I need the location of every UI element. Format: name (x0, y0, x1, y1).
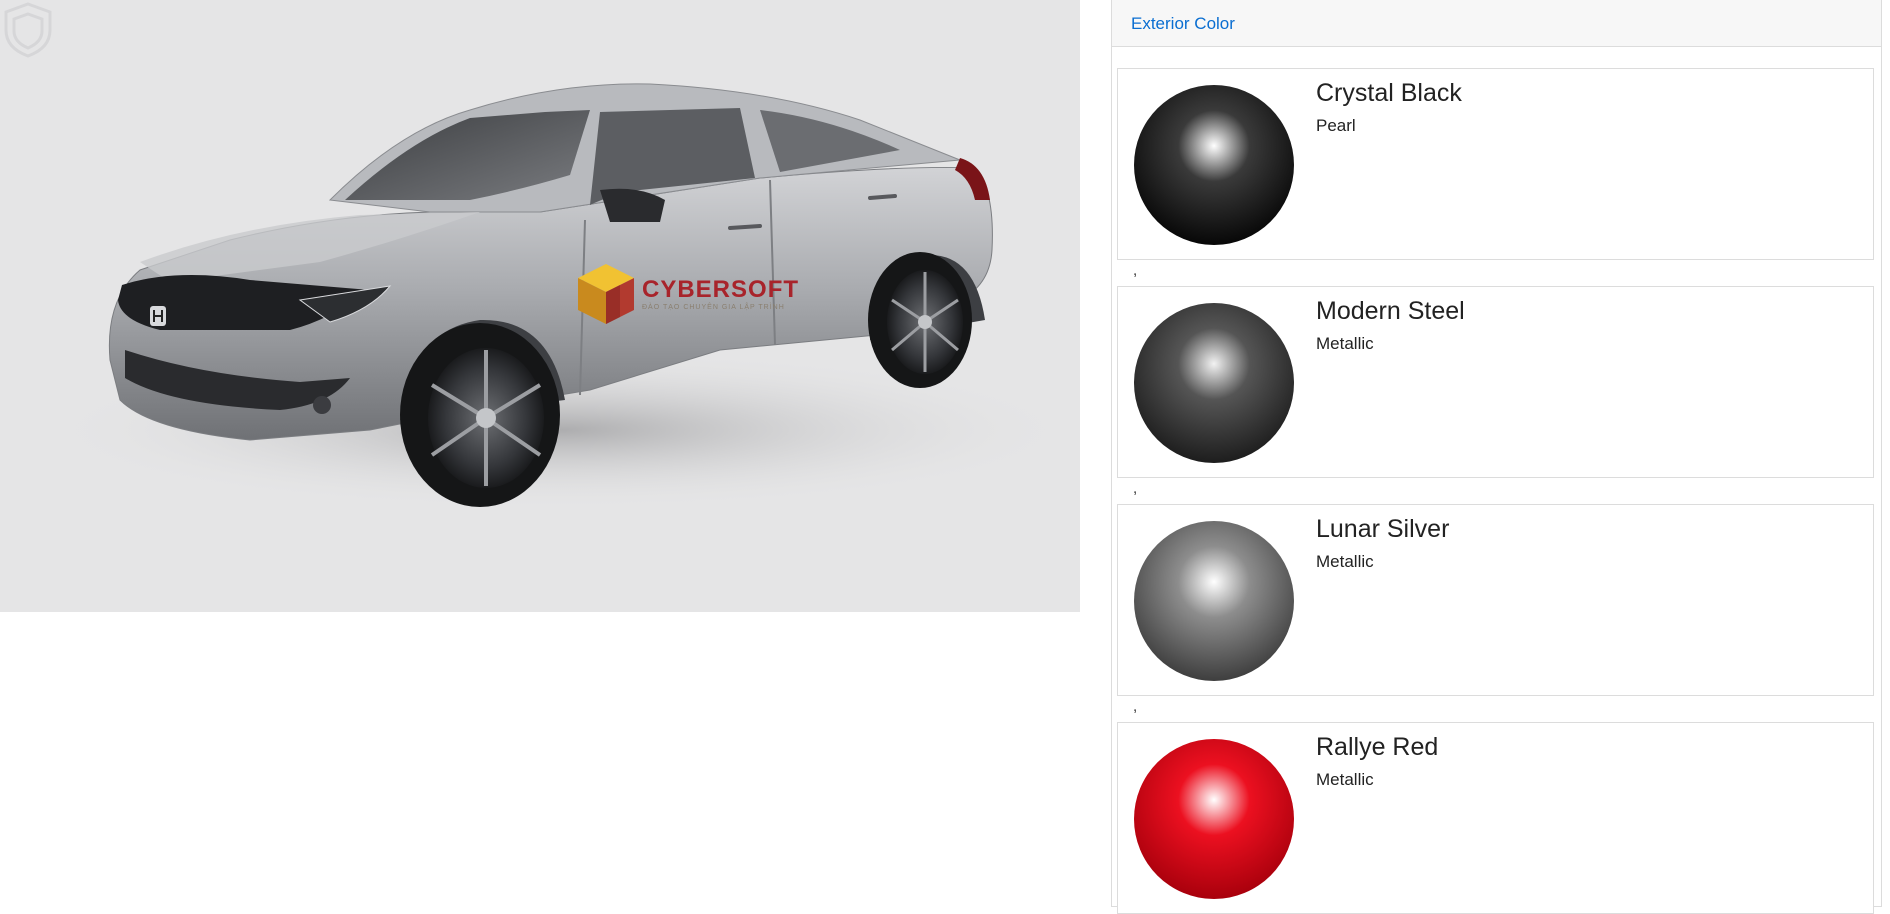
color-finish: Metallic (1316, 552, 1374, 571)
color-name: Rallye Red (1316, 733, 1439, 761)
brand-watermark: CYBERSOFT ĐÀO TẠO CHUYÊN GIA LẬP TRÌNH (576, 262, 800, 326)
list-separator: , (1117, 478, 1881, 504)
honda-logo-icon (150, 306, 166, 326)
brand-name: CYBERSOFT (642, 276, 800, 303)
separator-text: , (1133, 480, 1138, 497)
car-image (40, 83, 1080, 510)
color-name: Lunar Silver (1316, 515, 1450, 543)
color-finish: Pearl (1316, 116, 1356, 135)
color-name: Crystal Black (1316, 79, 1462, 107)
separator-text: , (1133, 698, 1138, 715)
color-option-rallye-red[interactable]: Rallye Red Metallic (1117, 722, 1874, 914)
color-swatch[interactable] (1134, 521, 1294, 681)
separator-text: , (1133, 262, 1138, 279)
brand-tagline: ĐÀO TẠO CHUYÊN GIA LẬP TRÌNH (642, 304, 785, 311)
color-finish: Metallic (1316, 334, 1374, 353)
color-finish: Metallic (1316, 770, 1374, 789)
list-separator: , (1117, 696, 1881, 722)
color-option-modern-steel[interactable]: Modern Steel Metallic (1117, 286, 1874, 478)
exterior-color-panel: Exterior Color Crystal Black Pearl , Mod… (1111, 0, 1882, 914)
color-swatch[interactable] (1134, 85, 1294, 245)
shield-watermark-icon (4, 2, 52, 58)
color-name: Modern Steel (1316, 297, 1465, 325)
panel-header: Exterior Color (1112, 0, 1881, 47)
car-image-viewer: CYBERSOFT ĐÀO TẠO CHUYÊN GIA LẬP TRÌNH (0, 0, 1080, 612)
color-option-crystal-black[interactable]: Crystal Black Pearl (1117, 68, 1874, 260)
tab-exterior-color[interactable]: Exterior Color (1131, 14, 1235, 33)
color-option-list: Crystal Black Pearl , Modern Steel Metal… (1112, 47, 1881, 914)
list-separator: , (1117, 260, 1881, 286)
color-option-lunar-silver[interactable]: Lunar Silver Metallic (1117, 504, 1874, 696)
color-swatch[interactable] (1134, 303, 1294, 463)
color-swatch[interactable] (1134, 739, 1294, 899)
cube-logo-icon (578, 264, 634, 324)
